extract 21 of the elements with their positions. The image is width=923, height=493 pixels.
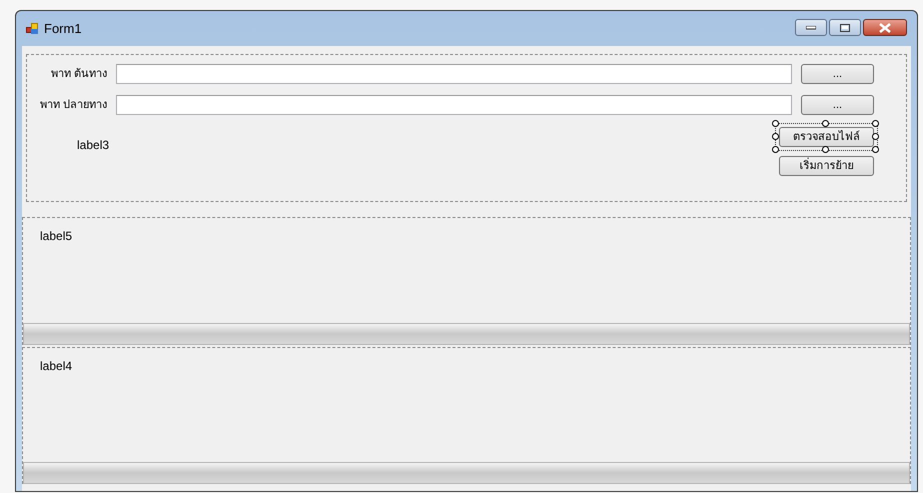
maximize-button[interactable] bbox=[829, 19, 861, 36]
browse-button[interactable]: ... bbox=[801, 95, 874, 115]
path-label: พาท ต้นทาง bbox=[50, 66, 107, 82]
path-field[interactable] bbox=[116, 64, 792, 84]
minimize-icon bbox=[806, 26, 816, 30]
action-button[interactable]: เริ่มการย้าย bbox=[779, 156, 874, 176]
close-icon bbox=[879, 22, 891, 32]
action-button[interactable]: ตรวจสอบไฟล์ bbox=[779, 127, 874, 147]
minimize-button[interactable] bbox=[795, 19, 827, 36]
close-button[interactable] bbox=[863, 19, 907, 36]
panel-label: label5 bbox=[40, 228, 72, 245]
resize-handle[interactable] bbox=[822, 120, 829, 127]
panel-label: label4 bbox=[40, 358, 72, 375]
window-title: Form1 bbox=[44, 20, 82, 38]
path-label: พาท ปลายทาง bbox=[38, 98, 107, 113]
status-label: label3 bbox=[77, 137, 110, 154]
path-field[interactable] bbox=[116, 95, 792, 115]
maximize-icon bbox=[840, 24, 850, 32]
browse-button[interactable]: ... bbox=[801, 64, 874, 84]
resize-handle[interactable] bbox=[822, 146, 829, 153]
form-icon bbox=[26, 22, 38, 34]
